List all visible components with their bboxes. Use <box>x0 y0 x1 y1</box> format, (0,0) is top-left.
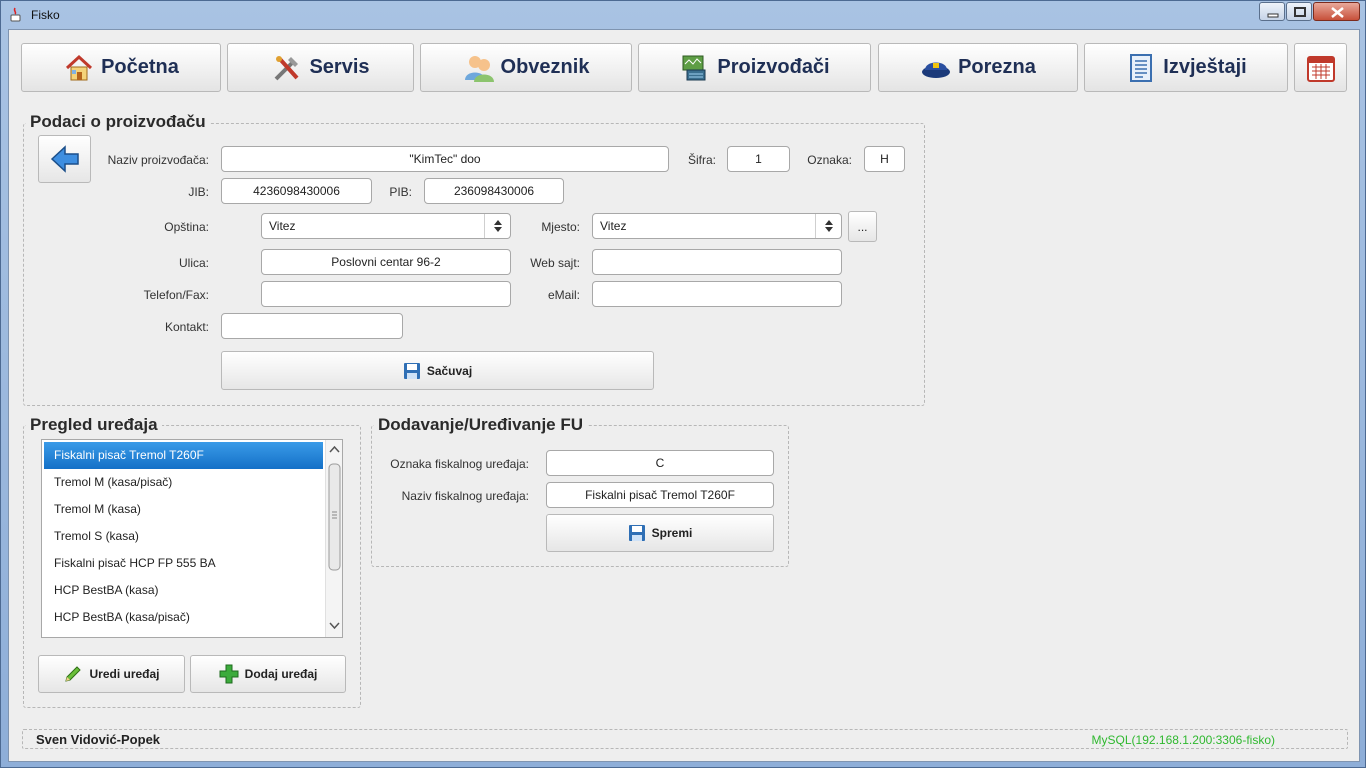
java-app-icon <box>10 7 21 22</box>
list-item[interactable]: HCP BestBA (kasa) <box>44 577 323 604</box>
nav-proizvodjaci-label: Proizvođači <box>717 56 830 78</box>
pib-field[interactable]: 236098430006 <box>424 178 564 204</box>
nav-izvjestaji-label: Izvještaji <box>1163 56 1247 78</box>
edit-device-label: Uredi uređaj <box>89 667 160 681</box>
opstina-label: Opština: <box>164 220 209 234</box>
telefon-field[interactable] <box>261 281 511 307</box>
list-item[interactable]: Tremol S (kasa) <box>44 523 323 550</box>
nav-obveznik-label: Obveznik <box>500 56 590 78</box>
status-db-connection: MySQL(192.168.1.200:3306-fisko) <box>1091 733 1275 747</box>
tools-icon <box>275 55 299 80</box>
scrollbar-graphic <box>328 445 341 630</box>
list-item[interactable]: Tremol M (kasa) <box>44 496 323 523</box>
mjesto-value: Vitez <box>600 219 627 233</box>
floppy-disk-icon <box>403 362 420 379</box>
opstina-combo[interactable]: Vitez <box>261 213 511 239</box>
sifra-label: Šifra: <box>687 153 716 167</box>
app-window: Fisko Početna Servis Obveznik Proizvođač… <box>0 0 1366 768</box>
ulica-field[interactable]: Poslovni centar 96-2 <box>261 249 511 275</box>
producer-panel-title: Podaci o proizvođaču <box>26 112 210 132</box>
devices-list-items: Fiskalni pisač Tremol T260F Tremol M (kas… <box>44 442 323 631</box>
sifra-field[interactable]: 1 <box>727 146 790 172</box>
combo-arrows-icon[interactable] <box>484 214 510 238</box>
email-field[interactable] <box>592 281 842 307</box>
nav-porezna-button[interactable]: Porezna <box>878 43 1078 92</box>
factory-icon <box>682 55 706 80</box>
minimize-icon <box>1267 13 1279 18</box>
pib-label: PIB: <box>389 185 412 199</box>
devices-scrollbar[interactable] <box>325 440 342 637</box>
email-label: eMail: <box>547 288 580 302</box>
nav-servis-button[interactable]: Servis <box>227 43 414 92</box>
mjesto-more-button[interactable]: ... <box>848 211 877 242</box>
oznaka-label: Oznaka: <box>807 153 852 167</box>
kontakt-field[interactable] <box>221 313 403 339</box>
save-fu-button[interactable]: Spremi <box>546 514 774 552</box>
producer-name-label: Naziv proizvođača: <box>107 153 209 167</box>
oznaka-field[interactable]: H <box>864 146 905 172</box>
telefon-label: Telefon/Fax: <box>143 288 209 302</box>
status-user: Sven Vidović-Popek <box>36 732 161 747</box>
producer-name-field[interactable]: "KimTec" doo <box>221 146 669 172</box>
list-item[interactable]: Fiskalni pisač Tremol T260F <box>44 442 323 469</box>
nav-izvjestaji-button[interactable]: Izvještaji <box>1084 43 1288 92</box>
maximize-icon <box>1294 7 1306 17</box>
add-device-label: Dodaj uređaj <box>244 667 318 681</box>
fu-oznaka-field[interactable]: C <box>546 450 774 476</box>
fu-naziv-label: Naziv fiskalnog uređaja: <box>401 489 529 503</box>
users-icon <box>464 55 494 82</box>
calendar-button[interactable] <box>1294 43 1347 92</box>
nav-pocetna-button[interactable]: Početna <box>21 43 221 92</box>
jib-field[interactable]: 4236098430006 <box>221 178 372 204</box>
mjesto-combo[interactable]: Vitez <box>592 213 842 239</box>
nav-porezna-label: Porezna <box>958 56 1036 78</box>
title-bar[interactable]: Fisko <box>1 1 1365 29</box>
nav-obveznik-button[interactable]: Obveznik <box>420 43 632 92</box>
calendar-icon <box>1306 55 1335 82</box>
nav-pocetna-label: Početna <box>101 56 179 78</box>
devices-list[interactable]: Fiskalni pisač Tremol T260F Tremol M (kas… <box>41 439 343 638</box>
list-item[interactable]: Tremol M (kasa/pisač) <box>44 469 323 496</box>
kontakt-label: Kontakt: <box>164 320 209 334</box>
fu-naziv-field[interactable]: Fiskalni pisač Tremol T260F <box>546 482 774 508</box>
list-item[interactable]: Fiskalni pisač HCP FP 555 BA <box>44 550 323 577</box>
home-icon <box>66 54 93 80</box>
combo-arrows-icon[interactable] <box>815 214 841 238</box>
jib-label: JIB: <box>188 185 209 199</box>
mjesto-label: Mjesto: <box>541 220 580 234</box>
pencil-icon <box>65 666 82 682</box>
web-field[interactable] <box>592 249 842 275</box>
save-producer-button[interactable]: Sačuvaj <box>221 351 654 390</box>
ulica-label: Ulica: <box>178 256 209 270</box>
opstina-value: Vitez <box>269 219 296 233</box>
nav-servis-label: Servis <box>309 56 370 78</box>
list-item[interactable]: HCP BestBA (kasa/pisač) <box>44 604 323 631</box>
nav-proizvodjaci-button[interactable]: Proizvođači <box>638 43 871 92</box>
floppy-disk-icon <box>628 525 645 541</box>
fu-oznaka-label: Oznaka fiskalnog uređaja: <box>390 457 529 471</box>
minimize-button[interactable] <box>1259 2 1285 21</box>
status-bar: Sven Vidović-Popek MySQL(192.168.1.200:3… <box>22 729 1348 749</box>
report-icon <box>1130 53 1153 82</box>
devices-panel-title: Pregled uređaja <box>26 415 162 435</box>
close-icon <box>1331 7 1344 18</box>
police-cap-icon <box>922 62 951 78</box>
save-fu-label: Spremi <box>651 526 693 540</box>
fu-panel-title: Dodavanje/Uređivanje FU <box>374 415 588 435</box>
save-producer-label: Sačuvaj <box>426 363 473 378</box>
close-button[interactable] <box>1313 2 1360 21</box>
plus-icon <box>219 664 239 684</box>
window-title: Fisko <box>31 8 60 22</box>
add-device-button[interactable]: Dodaj uređaj <box>190 655 346 693</box>
web-label: Web sajt: <box>530 256 580 270</box>
maximize-button[interactable] <box>1286 2 1312 21</box>
edit-device-button[interactable]: Uredi uređaj <box>38 655 185 693</box>
client-area: Početna Servis Obveznik Proizvođači Pore… <box>8 29 1360 762</box>
